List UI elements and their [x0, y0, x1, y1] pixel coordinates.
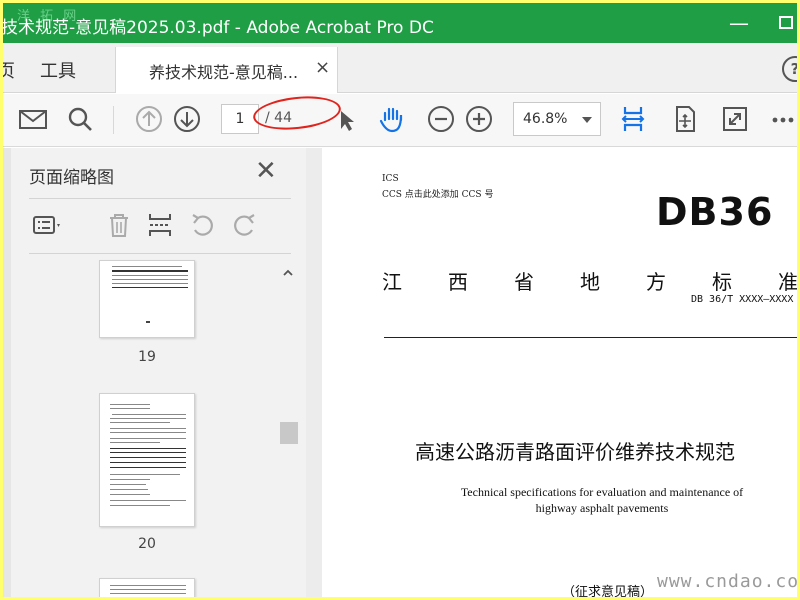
hand-tool-icon[interactable] [376, 103, 408, 135]
full-screen-icon[interactable] [719, 103, 751, 135]
title-en-line-2: highway asphalt pavements [535, 501, 669, 515]
maximize-icon [779, 16, 793, 29]
red-annotation-circle [251, 92, 343, 134]
heading-rule [384, 337, 797, 338]
minimize-button[interactable]: — [726, 11, 752, 35]
document-tab-label: 养技术规范-意见稿... [149, 63, 299, 82]
site-watermark: www.cndao.com [657, 571, 797, 592]
mail-icon[interactable] [17, 103, 49, 135]
document-title-en: Technical specifications for evaluation … [422, 484, 782, 516]
thumbnail-options-icon[interactable] [30, 208, 64, 242]
fit-page-icon[interactable] [617, 103, 649, 135]
tab-bar: 页 工具 养技术规范-意见稿... × ? [3, 43, 797, 93]
scroll-up-icon[interactable] [282, 264, 294, 276]
panel-title: 页面缩略图 [29, 168, 114, 188]
prev-page-icon[interactable] [133, 103, 165, 135]
insert-page-icon[interactable] [143, 208, 177, 242]
title-bar: 洋 拓 网 技术规范-意见稿2025.03.pdf - Adobe Acroba… [3, 3, 797, 43]
zoom-in-icon[interactable] [463, 103, 495, 135]
tab-document[interactable]: 养技术规范-意见稿... × [115, 47, 338, 93]
select-cursor-icon[interactable] [331, 103, 363, 135]
zoom-out-icon[interactable] [425, 103, 457, 135]
close-panel-button[interactable]: ✕ [255, 156, 277, 186]
close-tab-button[interactable]: × [315, 57, 330, 78]
thumbnail-label-19: 19 [138, 349, 156, 365]
divider [29, 198, 291, 199]
thumbnail-page-21[interactable] [99, 578, 195, 597]
standard-number: DB 36/T XXXX—XXXX [691, 294, 794, 305]
document-view[interactable]: ICS CCS 点击此处添加 CCS 号 DB36 江西省地方标准 DB 36/… [306, 148, 797, 597]
tab-tools[interactable]: 工具 [40, 57, 76, 83]
zoom-select[interactable]: 46.8% [513, 102, 601, 136]
toolbar-separator [113, 106, 114, 134]
chevron-down-icon [582, 117, 592, 123]
document-page: ICS CCS 点击此处添加 CCS 号 DB36 江西省地方标准 DB 36/… [322, 148, 797, 597]
page-thumbnails-panel: 页面缩略图 ✕ 19 20 [3, 148, 306, 597]
thumbnail-page-19[interactable] [99, 260, 195, 338]
thumbnail-scrollbar[interactable] [279, 260, 298, 597]
search-icon[interactable] [64, 103, 96, 135]
thumbnail-page-20[interactable] [99, 393, 195, 527]
tab-home[interactable]: 页 [3, 57, 15, 83]
standard-category-heading: 江西省地方标准 [382, 270, 797, 294]
panel-edge [3, 148, 11, 597]
toolbar: 1 / 44 46.8% [3, 92, 797, 147]
zoom-value: 46.8% [523, 111, 568, 127]
document-title-cn: 高速公路沥青路面评价维养技术规范 [415, 440, 735, 464]
rotate-right-icon[interactable] [227, 208, 261, 242]
divider [29, 253, 291, 254]
rotate-view-icon[interactable] [669, 103, 701, 135]
thumbnail-label-20: 20 [138, 536, 156, 552]
ccs-label: CCS 点击此处添加 CCS 号 [382, 190, 494, 200]
more-icon[interactable] [767, 103, 797, 135]
window-title: 技术规范-意见稿2025.03.pdf - Adobe Acrobat Pro … [3, 18, 434, 38]
rotate-left-icon[interactable] [186, 208, 220, 242]
standard-code-logo: DB36 [656, 190, 774, 234]
delete-page-icon[interactable] [102, 208, 136, 242]
scrollbar-thumb[interactable] [280, 422, 298, 444]
help-button[interactable]: ? [782, 56, 797, 82]
acrobat-window: 洋 拓 网 技术规范-意见稿2025.03.pdf - Adobe Acroba… [3, 3, 797, 597]
maximize-button[interactable] [773, 11, 797, 35]
title-en-line-1: Technical specifications for evaluation … [460, 485, 744, 499]
ics-label: ICS [382, 174, 399, 184]
draft-note: （征求意见稿） [562, 585, 654, 597]
next-page-icon[interactable] [171, 103, 203, 135]
